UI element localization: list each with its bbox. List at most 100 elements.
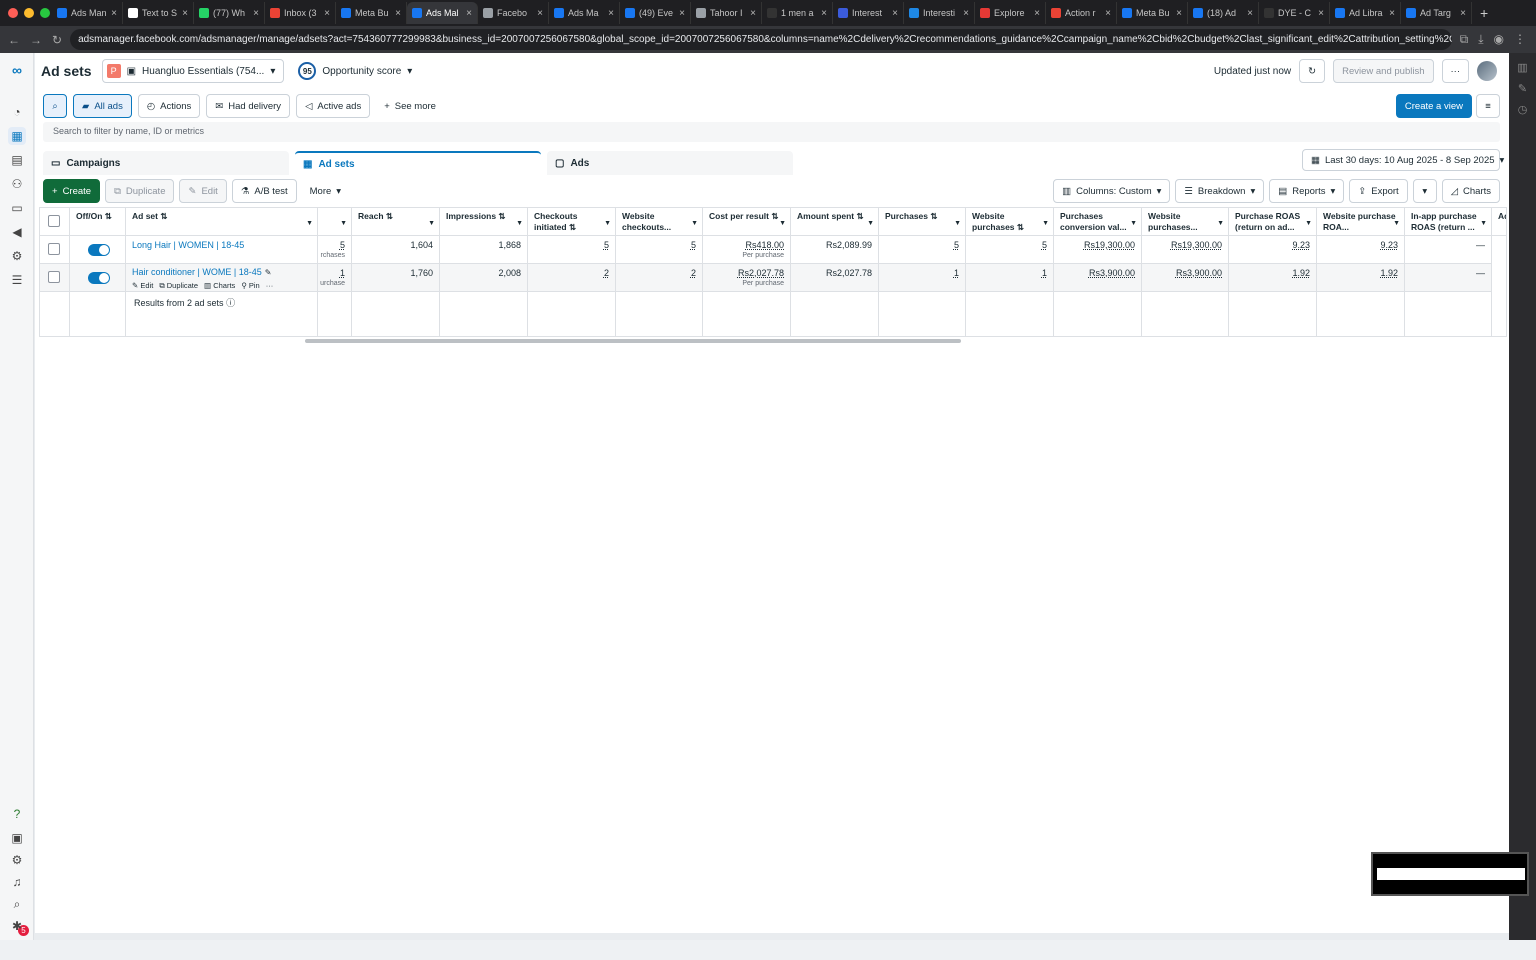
columns-button[interactable]: ▥ Columns: Custom ▾ bbox=[1053, 179, 1171, 203]
adset-name-link[interactable]: Long Hair | WOMEN | 18-45 bbox=[132, 240, 244, 250]
date-range-picker[interactable]: ▦ Last 30 days: 10 Aug 2025 - 8 Sep 2025… bbox=[1302, 149, 1504, 171]
web-purch-val-value[interactable]: Rs19,300.00 bbox=[1171, 240, 1222, 250]
close-tab-icon[interactable]: × bbox=[1389, 8, 1395, 19]
search-toggle-button[interactable]: ⌕ bbox=[43, 94, 67, 118]
close-tab-icon[interactable]: × bbox=[395, 8, 401, 19]
browser-menu-icon[interactable]: ⋮ bbox=[1514, 32, 1526, 47]
impressions-header[interactable]: Impressions ⇅ ▼ bbox=[440, 208, 528, 236]
info-icon[interactable]: ⓘ bbox=[226, 298, 235, 308]
close-tab-icon[interactable]: × bbox=[608, 8, 614, 19]
browser-tab[interactable]: Facebo × bbox=[478, 2, 549, 24]
close-tab-icon[interactable]: × bbox=[892, 8, 898, 19]
ad-header[interactable]: Ad bbox=[1492, 208, 1506, 236]
settings-gear-icon[interactable]: ⚙ bbox=[8, 851, 26, 869]
cpr-header[interactable]: Cost per result ⇅ ▼ bbox=[703, 208, 791, 236]
browser-tab[interactable]: (49) Eve × bbox=[620, 2, 691, 24]
close-tab-icon[interactable]: × bbox=[466, 8, 472, 19]
new-tab-icon[interactable]: + bbox=[1472, 5, 1488, 21]
roas-header[interactable]: Purchase ROAS (return on ad... ▼ bbox=[1229, 208, 1317, 236]
close-tab-icon[interactable]: × bbox=[1247, 8, 1253, 19]
bug-report-icon[interactable]: ✱ bbox=[8, 917, 26, 935]
billing-icon[interactable]: ▭ bbox=[8, 199, 26, 217]
tab-ads[interactable]: ▢ Ads bbox=[547, 151, 793, 175]
history-extension-icon[interactable]: ◷ bbox=[1509, 103, 1536, 116]
purchases-value[interactable]: 5 bbox=[954, 240, 959, 250]
row-checkbox[interactable] bbox=[48, 243, 60, 255]
conv-value-header[interactable]: Purchases conversion val... ▼ bbox=[1054, 208, 1142, 236]
ad-account-selector[interactable]: P ▣ Huangluo Essentials (754... ▾ bbox=[101, 59, 285, 83]
adset-toggle[interactable] bbox=[88, 272, 110, 284]
results-value[interactable]: 5 bbox=[340, 240, 345, 250]
browser-tab[interactable]: (77) Wh × bbox=[194, 2, 265, 24]
campaigns-megaphone-icon[interactable]: ◀ bbox=[8, 223, 26, 241]
web-purchases-value[interactable]: 1 bbox=[1042, 268, 1047, 278]
checkouts-header[interactable]: Checkouts initiated ⇅ ▼ bbox=[528, 208, 616, 236]
notifications-bell-icon[interactable]: ♫ bbox=[8, 873, 26, 891]
more-options-button[interactable]: ··· bbox=[1441, 59, 1469, 83]
browser-tab[interactable]: Interesti × bbox=[904, 2, 975, 24]
edit-button[interactable]: ✎ Edit bbox=[179, 179, 227, 203]
browser-tab[interactable]: Action r × bbox=[1046, 2, 1117, 24]
help-icon[interactable]: ? bbox=[8, 805, 26, 823]
web-purchases-value[interactable]: 5 bbox=[1042, 240, 1047, 250]
web-purch-val-value[interactable]: Rs3,900.00 bbox=[1176, 268, 1222, 278]
duplicate-button[interactable]: ⧉ Duplicate bbox=[105, 179, 175, 203]
browser-tab[interactable]: Ads Ma × bbox=[549, 2, 620, 24]
close-tab-icon[interactable]: × bbox=[679, 8, 685, 19]
roas-value[interactable]: 1.92 bbox=[1292, 268, 1310, 278]
close-tab-icon[interactable]: × bbox=[1105, 8, 1111, 19]
review-publish-button[interactable]: Review and publish bbox=[1333, 59, 1434, 83]
web-checkouts-value[interactable]: 5 bbox=[691, 240, 696, 250]
select-all-checkbox[interactable] bbox=[48, 215, 60, 227]
search-icon[interactable]: ⌕ bbox=[8, 895, 26, 913]
web-purch-val-header[interactable]: Website purchases... ▼ bbox=[1142, 208, 1229, 236]
url-field[interactable]: adsmanager.facebook.com/adsmanager/manag… bbox=[70, 29, 1452, 50]
pages-icon[interactable]: ▤ bbox=[8, 151, 26, 169]
had-delivery-filter[interactable]: ✉ Had delivery bbox=[206, 94, 291, 118]
browser-tab[interactable]: Ad Targ × bbox=[1401, 2, 1472, 24]
browser-tab[interactable]: Text to S × bbox=[123, 2, 194, 24]
close-tab-icon[interactable]: × bbox=[253, 8, 259, 19]
browser-tab[interactable]: Explore × bbox=[975, 2, 1046, 24]
breakdown-button[interactable]: ☰ Breakdown ▾ bbox=[1175, 179, 1265, 203]
tab-campaigns[interactable]: ▭ Campaigns bbox=[43, 151, 289, 175]
results-header[interactable]: ▼ bbox=[318, 208, 352, 236]
close-tab-icon[interactable]: × bbox=[963, 8, 969, 19]
minimize-window-icon[interactable] bbox=[24, 8, 34, 18]
web-purchases-header[interactable]: Website purchases ⇅ ▼ bbox=[966, 208, 1054, 236]
close-tab-icon[interactable]: × bbox=[1318, 8, 1324, 19]
browser-tab[interactable]: Ads Man × bbox=[52, 2, 123, 24]
edit-extension-icon[interactable]: ✎ bbox=[1509, 82, 1536, 95]
adset-header[interactable]: Ad set ⇅ ▼ bbox=[126, 208, 318, 236]
cpr-value[interactable]: Rs418.00 bbox=[745, 240, 784, 250]
see-more-filter[interactable]: + See more bbox=[376, 94, 444, 118]
opportunity-score[interactable]: 95 Opportunity score ▾ bbox=[298, 62, 412, 80]
audiences-icon[interactable]: ⚇ bbox=[8, 175, 26, 193]
adset-name-link[interactable]: Hair conditioner | WOME | 18-45 bbox=[132, 267, 262, 277]
charts-button[interactable]: ◿ Charts bbox=[1441, 179, 1500, 203]
reload-icon[interactable]: ↻ bbox=[52, 33, 62, 47]
row-more-icon[interactable]: ··· bbox=[266, 281, 274, 291]
web-roas-header[interactable]: Website purchase ROA... ▼ bbox=[1317, 208, 1405, 236]
web-roas-value[interactable]: 9.23 bbox=[1380, 240, 1398, 250]
browser-tab[interactable]: (18) Ad × bbox=[1188, 2, 1259, 24]
table-minimap-preview[interactable] bbox=[1371, 852, 1529, 896]
maximize-window-icon[interactable] bbox=[40, 8, 50, 18]
close-tab-icon[interactable]: × bbox=[821, 8, 827, 19]
ads-manager-table-icon[interactable]: ▦ bbox=[8, 127, 26, 145]
results-value[interactable]: 1 bbox=[340, 268, 345, 278]
more-button[interactable]: More ▾ bbox=[301, 179, 350, 203]
avatar[interactable] bbox=[1477, 61, 1497, 81]
news-icon[interactable]: ▣ bbox=[8, 829, 26, 847]
inapp-roas-header[interactable]: In-app purchase ROAS (return ... ▼ bbox=[1405, 208, 1492, 236]
browser-tab[interactable]: Tahoor I × bbox=[691, 2, 762, 24]
create-button[interactable]: + Create bbox=[43, 179, 101, 203]
close-window-icon[interactable] bbox=[8, 8, 18, 18]
web-checkouts-header[interactable]: Website checkouts... ▼ bbox=[616, 208, 703, 236]
close-tab-icon[interactable]: × bbox=[1034, 8, 1040, 19]
all-ads-filter[interactable]: ▰ All ads bbox=[73, 94, 132, 118]
all-tools-menu-icon[interactable]: ☰ bbox=[8, 271, 26, 289]
browser-tab[interactable]: Interest × bbox=[833, 2, 904, 24]
checkouts-value[interactable]: 2 bbox=[604, 268, 609, 278]
tab-adsets[interactable]: ▦ Ad sets bbox=[295, 151, 541, 175]
